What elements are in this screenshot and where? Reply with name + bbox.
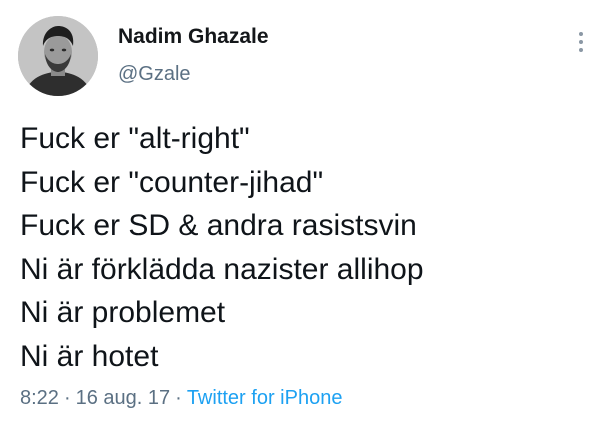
tweet-text: Fuck er "alt-right" Fuck er "counter-jih… xyxy=(20,117,424,378)
tweet-line: Ni är problemet xyxy=(20,296,226,329)
tweet-time[interactable]: 8:22 xyxy=(20,387,59,409)
tweet-header: Nadim Ghazale @Gzale xyxy=(18,16,269,96)
meta-separator: · xyxy=(175,387,182,409)
avatar[interactable] xyxy=(18,16,98,96)
tweet-meta: 8:22 · 16 aug. 17 · Twitter for iPhone xyxy=(20,384,342,412)
tweet-line: Ni är förklädda nazister allihop xyxy=(20,252,424,286)
tweet-card: Nadim Ghazale @Gzale Fuck er "alt-right"… xyxy=(0,0,600,430)
handle[interactable]: @Gzale xyxy=(118,62,269,86)
tweet-date[interactable]: 16 aug. 17 xyxy=(76,387,171,409)
tweet-line: Fuck er SD & andra rasistsvin xyxy=(20,209,417,242)
author-names: Nadim Ghazale @Gzale xyxy=(118,16,269,86)
tweet-line: Fuck er "alt-right" xyxy=(20,122,250,155)
more-vertical-icon[interactable] xyxy=(576,32,586,58)
tweet-line: Ni är hotet xyxy=(20,339,159,373)
more-dot xyxy=(579,40,583,44)
more-dot xyxy=(579,48,583,52)
meta-separator: · xyxy=(63,387,71,409)
tweet-source-link[interactable]: Twitter for iPhone xyxy=(187,387,343,409)
avatar-image xyxy=(18,16,98,96)
display-name[interactable]: Nadim Ghazale xyxy=(118,24,269,50)
more-dot xyxy=(579,32,583,36)
tweet-line: Fuck er "counter-jihad" xyxy=(20,165,324,199)
